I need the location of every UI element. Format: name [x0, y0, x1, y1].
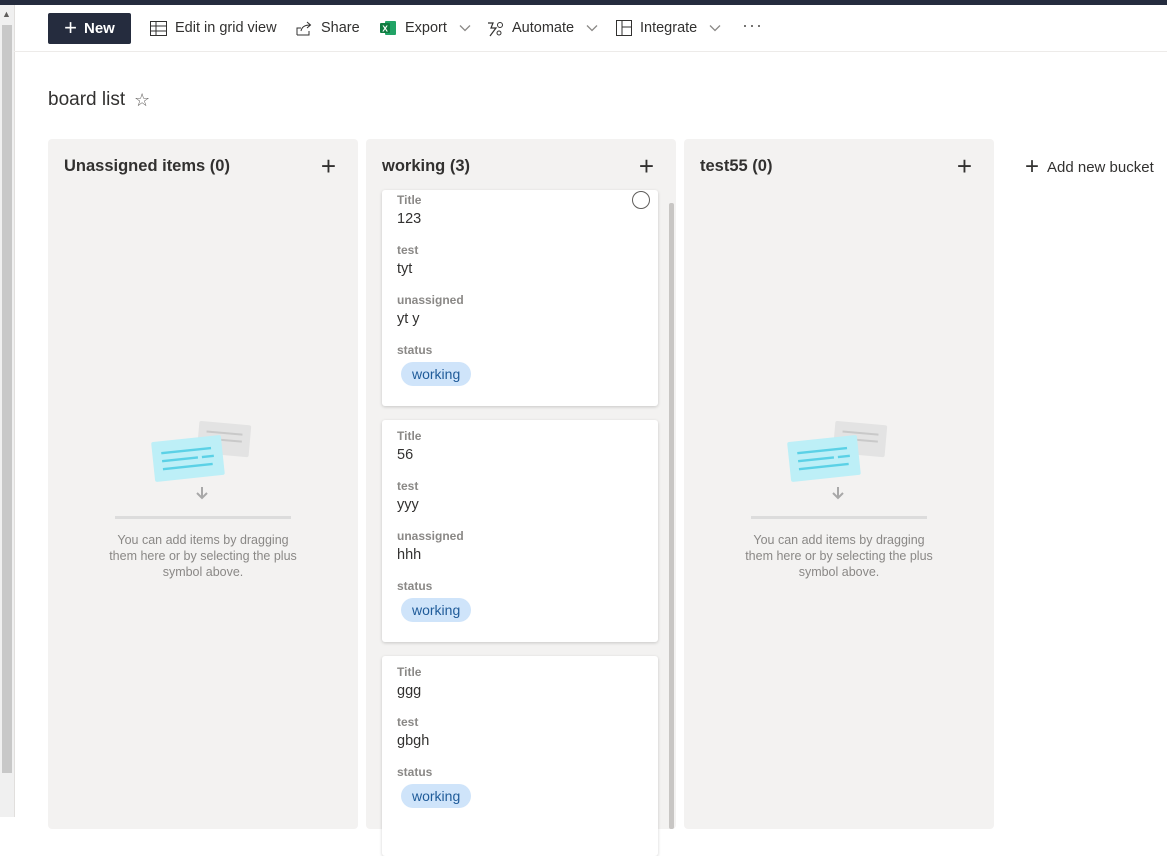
edit-grid-view-label: Edit in grid view — [175, 20, 277, 36]
card-field-label: status — [397, 579, 433, 593]
card-title-value: 123 — [397, 211, 422, 227]
card-field-value: yt y — [397, 311, 420, 327]
add-item-button[interactable]: + — [957, 153, 972, 179]
chevron-down-icon — [459, 24, 471, 32]
card-field-value: tyt — [397, 261, 413, 277]
add-item-button[interactable]: + — [639, 153, 654, 179]
page-scrollbar[interactable]: ▲ — [0, 5, 15, 817]
plus-icon: + — [1025, 153, 1040, 180]
card-field-label: unassigned — [397, 529, 464, 543]
excel-icon: X — [380, 20, 397, 36]
board-card[interactable]: Title ggg test gbgh status working — [382, 656, 658, 856]
share-button[interactable]: Share — [296, 15, 360, 41]
plus-icon: + — [64, 14, 77, 40]
status-badge: working — [401, 362, 472, 386]
status-badge: working — [401, 598, 472, 622]
export-button[interactable]: X Export — [380, 15, 471, 41]
new-button-label: New — [84, 20, 115, 37]
status-badge: working — [401, 784, 472, 808]
svg-text:X: X — [382, 23, 388, 33]
share-icon — [296, 21, 313, 36]
add-item-button[interactable]: + — [321, 153, 336, 179]
card-title-value: ggg — [397, 683, 422, 699]
select-circle-icon[interactable] — [632, 191, 650, 209]
bucket-title: Unassigned items (0) — [64, 157, 230, 175]
share-label: Share — [321, 20, 360, 36]
integrate-button[interactable]: Integrate — [616, 15, 721, 41]
more-options-button[interactable]: ··· — [742, 15, 763, 36]
card-field-label: unassigned — [397, 293, 464, 307]
automate-icon — [487, 20, 504, 37]
chevron-down-icon — [709, 24, 721, 32]
chevron-down-icon — [586, 24, 598, 32]
bucket-working: working (3) + Title 123 test tyt unassig… — [366, 139, 676, 856]
card-field-label: test — [397, 243, 419, 257]
board-card[interactable]: Title 56 test yyy unassigned hhh status … — [382, 420, 658, 642]
scroll-up-icon[interactable]: ▲ — [2, 9, 11, 19]
page-title: board list — [48, 89, 126, 110]
card-field-label: test — [397, 479, 419, 493]
new-button[interactable]: + New — [48, 13, 131, 44]
card-field-label: test — [397, 715, 419, 729]
scrollbar-thumb[interactable] — [2, 25, 12, 773]
bucket-title: test55 (0) — [700, 157, 773, 175]
automate-label: Automate — [512, 20, 575, 36]
bucket-title: working (3) — [382, 157, 471, 175]
card-field-label: Title — [397, 193, 422, 207]
bucket-unassigned: Unassigned items (0) + You can add items… — [48, 139, 358, 829]
empty-bucket-illustration — [48, 419, 358, 509]
card-field-label: status — [397, 343, 433, 357]
empty-divider — [115, 516, 291, 519]
add-new-bucket-button[interactable]: + Add new bucket — [1025, 155, 1154, 179]
add-new-bucket-label: Add new bucket — [1047, 158, 1154, 176]
empty-bucket-illustration — [684, 419, 994, 509]
card-field-value: yyy — [397, 497, 419, 513]
board-card[interactable]: Title 123 test tyt unassigned yt y statu… — [382, 190, 658, 406]
automate-button[interactable]: Automate — [487, 15, 598, 41]
card-field-label: status — [397, 765, 433, 779]
card-title-value: 56 — [397, 447, 414, 463]
export-label: Export — [405, 20, 447, 36]
empty-divider — [751, 516, 927, 519]
card-field-value: gbgh — [397, 733, 430, 749]
bucket-scrollbar[interactable] — [669, 203, 674, 829]
favorite-star-icon[interactable]: ☆ — [134, 90, 150, 111]
integrate-icon — [616, 20, 632, 36]
command-bar: + New Edit in grid view Share X Export A… — [14, 5, 1167, 52]
card-field-label: Title — [397, 665, 422, 679]
grid-icon — [150, 20, 167, 36]
integrate-label: Integrate — [640, 20, 698, 36]
card-field-value: hhh — [397, 547, 422, 563]
empty-bucket-text: You can add items by dragging them here … — [109, 533, 297, 579]
card-field-label: Title — [397, 429, 422, 443]
bucket-test55: test55 (0) + You can add items by draggi… — [684, 139, 994, 829]
edit-grid-view-button[interactable]: Edit in grid view — [150, 15, 277, 41]
empty-bucket-text: You can add items by dragging them here … — [745, 533, 933, 579]
